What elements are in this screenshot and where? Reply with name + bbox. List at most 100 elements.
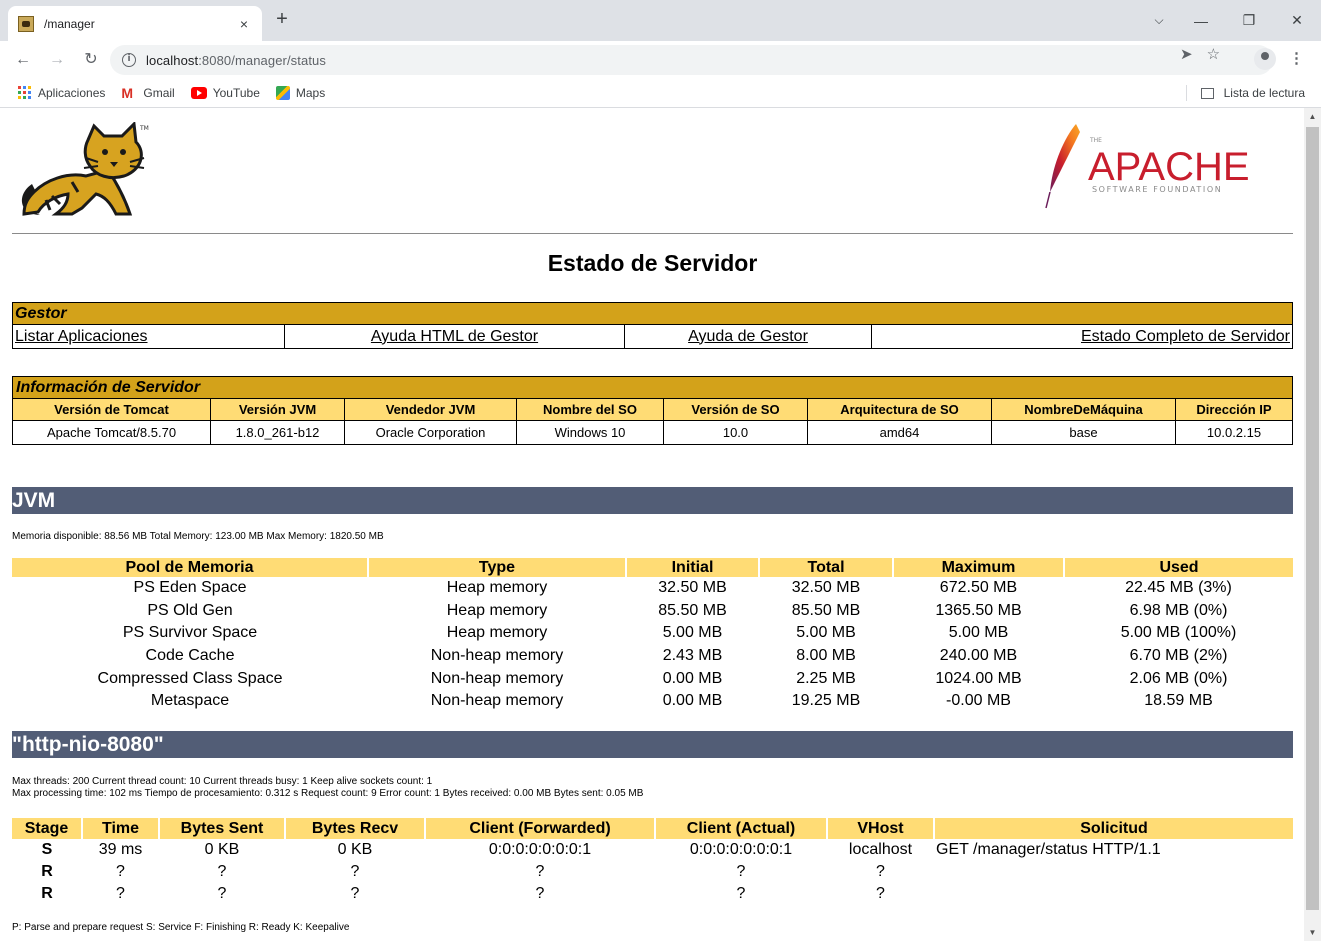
memory-col-header: Initial	[626, 558, 760, 577]
request-cell: ?	[736, 885, 746, 902]
memory-cell: 18.59 MB	[1144, 692, 1213, 710]
scroll-thumb[interactable]	[1306, 127, 1319, 910]
server-info-col-header: Versión de SO	[663, 398, 808, 421]
stage-col-header: Stage	[12, 818, 83, 839]
request-cell	[934, 861, 1293, 883]
tomcat-favicon-icon	[18, 15, 34, 32]
browser-tab[interactable]: /manager ×	[8, 6, 262, 41]
jvm-section-header: JVM	[12, 487, 1293, 514]
request-cell: ?	[876, 885, 885, 902]
server-info-col-header: Versión de Tomcat	[12, 398, 211, 421]
url-text: localhost:8080/manager/status	[146, 52, 326, 68]
gmail-icon: M	[121, 84, 134, 101]
request-cell: ?	[116, 863, 125, 880]
minimize-icon[interactable]: —	[1177, 13, 1225, 29]
memory-cell: 22.45 MB (3%)	[1125, 579, 1232, 597]
reading-list-icon	[1200, 87, 1214, 99]
server-info-col-header: NombreDeMáquina	[991, 398, 1176, 421]
back-icon[interactable]: ←	[12, 49, 34, 71]
request-cell: ?	[535, 885, 545, 902]
restore-icon[interactable]: ❐	[1225, 12, 1273, 29]
request-cell: GET /manager/status HTTP/1.1	[936, 841, 1161, 858]
bookmark-apps[interactable]: Aplicaciones	[18, 85, 105, 100]
bookmark-youtube[interactable]: YouTube	[190, 86, 260, 100]
bookmark-maps[interactable]: Maps	[275, 85, 325, 100]
memory-col-header: Maximum	[893, 558, 1065, 577]
server-info-value: 10.0.2.15	[1175, 420, 1293, 445]
svg-text:SOFTWARE FOUNDATION: SOFTWARE FOUNDATION	[1092, 185, 1222, 194]
memory-cell: -0.00 MB	[946, 692, 1011, 710]
html-manager-help-link[interactable]: Ayuda HTML de Gestor	[371, 328, 538, 345]
scroll-down-arrow-icon[interactable]: ▼	[1304, 924, 1321, 941]
memory-cell: 85.50 MB	[791, 601, 861, 619]
request-cell: ?	[876, 863, 885, 880]
server-info-col-header: Vendedor JVM	[344, 398, 517, 421]
memory-cell: 5.00 MB	[662, 624, 723, 642]
memory-cell: Non-heap memory	[430, 647, 564, 665]
table-row: R??????	[12, 883, 1293, 905]
memory-cell: 19.25 MB	[791, 692, 861, 710]
memory-cell: 2.06 MB (0%)	[1129, 669, 1228, 687]
request-cell: 0:0:0:0:0:0:0:1	[689, 841, 793, 858]
page-scrollbar[interactable]: ▲ ▼	[1304, 108, 1321, 941]
youtube-icon	[190, 86, 207, 99]
send-icon[interactable]: ➤	[1180, 45, 1193, 63]
address-bar[interactable]: i localhost:8080/manager/status	[110, 45, 1273, 75]
memory-cell: Heap memory	[446, 579, 548, 597]
list-applications-link[interactable]: Listar Aplicaciones	[15, 328, 148, 345]
server-info-value: Apache Tomcat/8.5.70	[12, 420, 211, 445]
memory-cell: Compressed Class Space	[97, 669, 283, 687]
page-content: TM THE APACHE SOFTWARE FOUNDATION Estado…	[0, 108, 1304, 941]
memory-cell: 240.00 MB	[939, 647, 1018, 665]
stage-legend: P: Parse and prepare request S: Service …	[12, 922, 350, 933]
memory-cell: Heap memory	[446, 624, 548, 642]
site-info-icon[interactable]: i	[122, 53, 136, 67]
browser-tab-strip: /manager × + ⌵ — ❐ ✕	[0, 0, 1321, 41]
forward-icon[interactable]: →	[46, 49, 68, 71]
stage-col-header: Client (Forwarded)	[425, 818, 656, 839]
full-server-status-link[interactable]: Estado Completo de Servidor	[1081, 328, 1290, 345]
scroll-up-arrow-icon[interactable]: ▲	[1304, 108, 1321, 125]
bookmark-star-icon[interactable]: ☆	[1207, 45, 1220, 63]
svg-text:APACHE: APACHE	[1088, 145, 1250, 189]
request-stage-table: Stage Time Bytes Sent Bytes Recv Client …	[12, 818, 1293, 905]
stage-col-header: VHost	[827, 818, 935, 839]
request-cell: ?	[350, 863, 360, 880]
request-cell: 0:0:0:0:0:0:0:1	[488, 841, 592, 858]
new-tab-button[interactable]: +	[270, 8, 294, 32]
connector-threads-summary: Max threads: 200 Current thread count: 1…	[12, 776, 433, 787]
memory-col-header: Used	[1064, 558, 1293, 577]
server-info-value: Windows 10	[516, 420, 664, 445]
server-info-value: amd64	[807, 420, 992, 445]
connector-section-header: "http-nio-8080"	[12, 731, 1293, 758]
stage-cell: R	[41, 863, 53, 880]
bookmarks-separator	[1186, 85, 1187, 101]
request-cell	[934, 883, 1293, 905]
server-info-value: base	[991, 420, 1176, 445]
request-cell: ?	[217, 885, 227, 902]
header-divider	[12, 233, 1293, 234]
tab-search-icon[interactable]: ⌵	[1141, 13, 1177, 28]
connector-processing-summary: Max processing time: 102 ms Tiempo de pr…	[12, 788, 644, 799]
request-cell: 39 ms	[98, 841, 143, 858]
request-cell: ?	[736, 863, 746, 880]
table-row: S 39 ms 0 KB 0 KB 0:0:0:0:0:0:0:1 0:0:0:0:0:0…	[12, 839, 1293, 861]
close-window-icon[interactable]: ✕	[1273, 12, 1321, 29]
manager-table: Gestor Listar Aplicaciones Ayuda HTML de…	[12, 302, 1293, 349]
tab-close-icon[interactable]: ×	[236, 16, 252, 32]
memory-cell: 2.25 MB	[796, 669, 856, 687]
bookmark-gmail[interactable]: M Gmail	[121, 86, 174, 100]
manager-help-link[interactable]: Ayuda de Gestor	[688, 328, 808, 345]
stage-col-header: Time	[82, 818, 160, 839]
profile-avatar[interactable]	[1254, 48, 1276, 70]
kebab-menu-icon[interactable]: ⋮	[1289, 49, 1304, 67]
stage-cell: R	[41, 885, 53, 902]
reload-icon[interactable]: ↻	[80, 49, 102, 71]
reading-list-button[interactable]: Lista de lectura	[1200, 78, 1305, 108]
tab-title: /manager	[44, 16, 95, 31]
stage-col-header: Bytes Sent	[159, 818, 286, 839]
memory-col-header: Pool de Memoria	[12, 558, 369, 577]
maps-icon	[275, 85, 290, 100]
memory-cell: 5.00 MB	[796, 624, 856, 642]
memory-cell: 6.70 MB (2%)	[1129, 647, 1228, 665]
